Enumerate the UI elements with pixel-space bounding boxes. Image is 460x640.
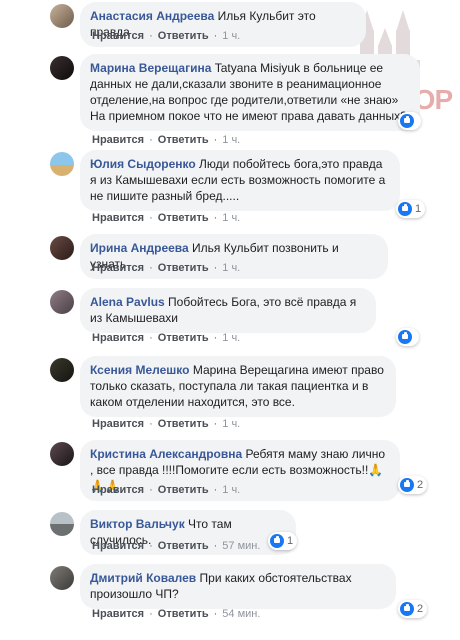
comment-author[interactable]: Ирина Андреева bbox=[90, 241, 189, 255]
reply-button[interactable]: Ответить bbox=[158, 418, 209, 430]
comment-actions: Нравится · Ответить · 1 ч. bbox=[92, 262, 241, 274]
avatar[interactable] bbox=[50, 152, 74, 176]
comment-time[interactable]: 1 ч. bbox=[222, 30, 240, 42]
comment-author[interactable]: Юлия Сыдоренко bbox=[90, 157, 196, 171]
comment-time[interactable]: 1 ч. bbox=[222, 262, 240, 274]
like-button[interactable]: Нравится bbox=[92, 540, 144, 552]
like-button[interactable]: Нравится bbox=[92, 134, 144, 146]
comment-time[interactable]: 57 мин. bbox=[222, 540, 260, 552]
comment-bubble: Ксения Мелешко Марина Верещагина имеют п… bbox=[80, 356, 396, 417]
comment-time[interactable]: 1 ч. bbox=[222, 134, 240, 146]
like-reaction-icon bbox=[398, 202, 412, 216]
reply-button[interactable]: Ответить bbox=[158, 484, 209, 496]
avatar[interactable] bbox=[50, 56, 74, 80]
comment-time[interactable]: 1 ч. bbox=[222, 418, 240, 430]
comment-bubble: Марина Верещагина Tatyana Misiyuk в боль… bbox=[80, 54, 420, 131]
reaction-count[interactable]: 1 bbox=[268, 532, 298, 550]
comment-author[interactable]: Марина Верещагина bbox=[90, 61, 211, 75]
like-button[interactable]: Нравится bbox=[92, 608, 144, 620]
reply-button[interactable]: Ответить bbox=[158, 332, 209, 344]
reply-button[interactable]: Ответить bbox=[158, 30, 209, 42]
like-button[interactable]: Нравится bbox=[92, 30, 144, 42]
reply-button[interactable]: Ответить bbox=[158, 134, 209, 146]
comment-actions: Нравится · Ответить · 57 мин. bbox=[92, 540, 261, 552]
avatar[interactable] bbox=[50, 512, 74, 536]
reply-button[interactable]: Ответить bbox=[158, 608, 209, 620]
avatar[interactable] bbox=[50, 236, 74, 260]
reply-button[interactable]: Ответить bbox=[158, 212, 209, 224]
reaction-count[interactable] bbox=[398, 112, 421, 130]
comment-author[interactable]: Виктор Вальчук bbox=[90, 517, 185, 531]
comment-actions: Нравится · Ответить · 1 ч. bbox=[92, 484, 241, 496]
comment-bubble: Юлия Сыдоренко Люди побойтесь бога,это п… bbox=[80, 150, 400, 211]
like-reaction-icon bbox=[398, 330, 412, 344]
comment-actions: Нравится · Ответить · 1 ч. bbox=[92, 418, 241, 430]
reaction-count[interactable] bbox=[396, 328, 419, 346]
comment-author[interactable]: Ксения Мелешко bbox=[90, 363, 189, 377]
reaction-number: 1 bbox=[287, 535, 294, 547]
comment-author[interactable]: Кристина Александровна bbox=[90, 447, 242, 461]
like-reaction-icon bbox=[400, 114, 414, 128]
comment-bubble: Дмитрий Ковалев При каких обстоятельства… bbox=[80, 564, 396, 609]
comment-time[interactable]: 1 ч. bbox=[222, 332, 240, 344]
reaction-count[interactable]: 2 bbox=[398, 600, 428, 618]
comment-bubble: Alena Pavlus Побойтесь Бога, это всё пра… bbox=[80, 288, 376, 333]
comment-actions: Нравится · Ответить · 1 ч. bbox=[92, 134, 241, 146]
comment-actions: Нравится · Ответить · 1 ч. bbox=[92, 212, 241, 224]
like-button[interactable]: Нравится bbox=[92, 418, 144, 430]
reaction-number: 2 bbox=[417, 603, 424, 615]
comment-author[interactable]: Alena Pavlus bbox=[90, 295, 165, 309]
like-reaction-icon bbox=[270, 534, 284, 548]
comment-actions: Нравится · Ответить · 1 ч. bbox=[92, 332, 241, 344]
reply-button[interactable]: Ответить bbox=[158, 262, 209, 274]
like-reaction-icon bbox=[400, 478, 414, 492]
comment-time[interactable]: 54 мин. bbox=[222, 608, 260, 620]
avatar[interactable] bbox=[50, 290, 74, 314]
like-button[interactable]: Нравится bbox=[92, 212, 144, 224]
comment-author[interactable]: Дмитрий Ковалев bbox=[90, 571, 196, 585]
like-reaction-icon bbox=[400, 602, 414, 616]
comment-actions: Нравится · Ответить · 1 ч. bbox=[92, 30, 241, 42]
reaction-number: 2 bbox=[417, 479, 424, 491]
like-button[interactable]: Нравится bbox=[92, 332, 144, 344]
comment-author[interactable]: Анастасия Андреева bbox=[90, 9, 214, 23]
like-button[interactable]: Нравится bbox=[92, 484, 144, 496]
avatar[interactable] bbox=[50, 358, 74, 382]
reply-button[interactable]: Ответить bbox=[158, 540, 209, 552]
avatar[interactable] bbox=[50, 442, 74, 466]
reaction-count[interactable]: 2 bbox=[398, 476, 428, 494]
avatar[interactable] bbox=[50, 566, 74, 590]
comment-actions: Нравится · Ответить · 54 мин. bbox=[92, 608, 261, 620]
like-button[interactable]: Нравится bbox=[92, 262, 144, 274]
comment-time[interactable]: 1 ч. bbox=[222, 484, 240, 496]
avatar[interactable] bbox=[50, 4, 74, 28]
reaction-count[interactable]: 1 bbox=[396, 200, 426, 218]
reaction-number: 1 bbox=[415, 203, 422, 215]
comment-time[interactable]: 1 ч. bbox=[222, 212, 240, 224]
comment-thread: ЗБОР Анастасия Андреева Илья Кульбит это… bbox=[0, 0, 460, 640]
